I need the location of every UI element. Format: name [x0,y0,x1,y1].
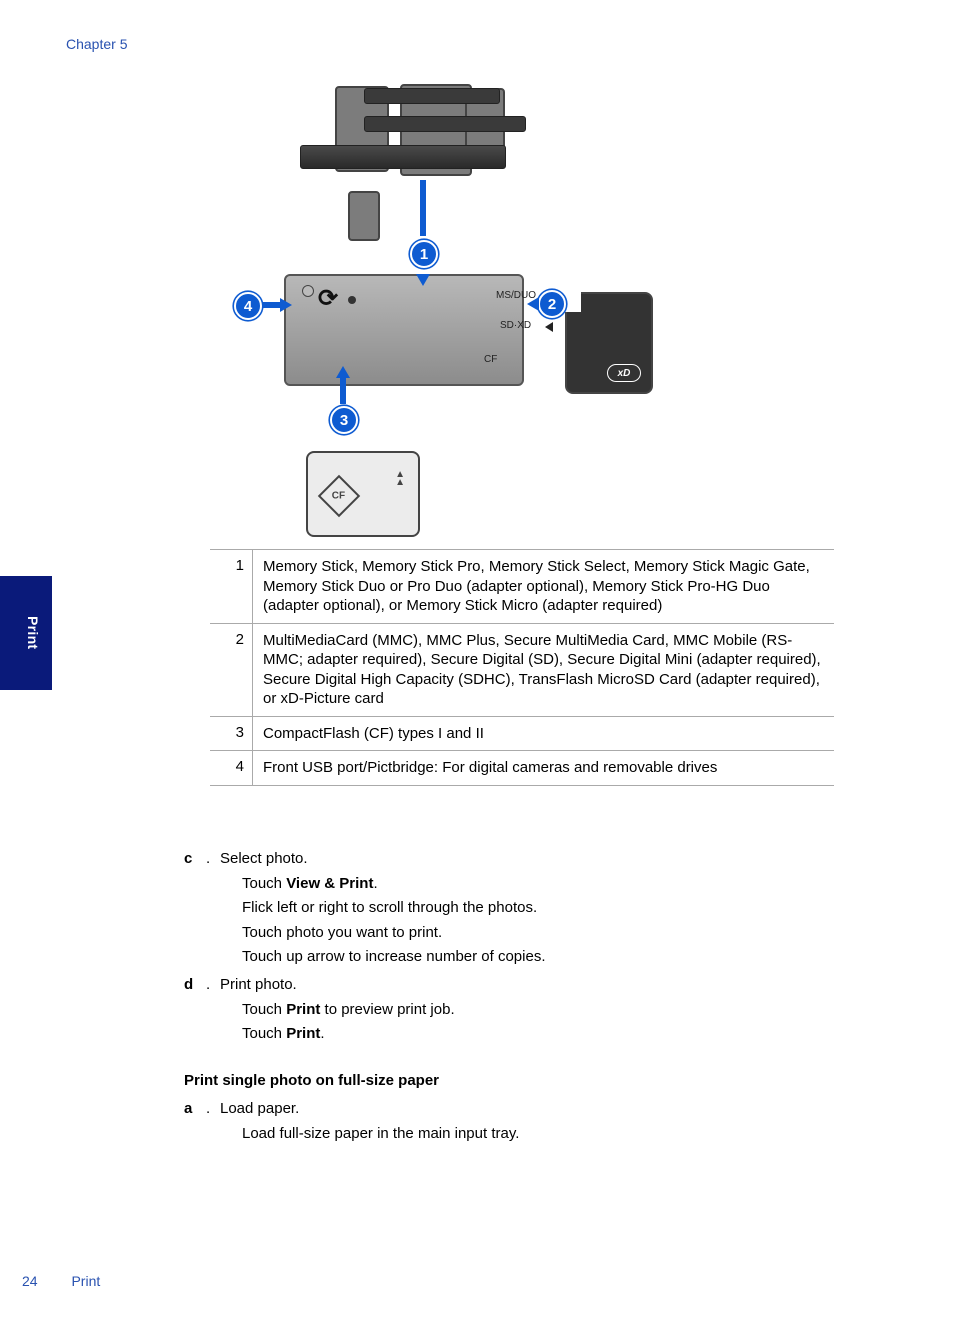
slot-label-sdxd: SD·XD [500,320,531,331]
legend-text: Memory Stick, Memory Stick Pro, Memory S… [253,550,834,623]
slot-cf-icon [300,145,506,169]
legend-text: MultiMediaCard (MMC), MMC Plus, Secure M… [253,624,834,716]
memory-card-diagram: ⟳ MS/DUO SD·XD CF xD CF ▲▲ 1 2 3 4 [220,76,690,534]
legend-number: 4 [210,751,253,785]
callout-4: 4 [234,292,262,320]
step-a-line1: Load full-size paper in the main input t… [242,1122,834,1147]
step-d-line1: Touch Print to preview print job. [242,998,834,1023]
slot-msduo-icon [364,88,500,104]
arrow-down-icon [416,274,430,286]
step-c-line1: Touch View & Print. [242,872,834,897]
sd-notch-icon [565,292,581,312]
page-footer: 24 Print [22,1273,100,1289]
legend-text: Front USB port/Pictbridge: For digital c… [253,751,834,785]
callout-3-arrow-icon [340,376,346,404]
step-title: Select photo. [220,847,308,872]
legend-number: 1 [210,550,253,623]
xd-mark: xD [607,364,641,382]
instruction-block: c . Select photo. Touch View & Print. Fl… [184,844,834,1147]
cf-arrows-icon: ▲▲ [395,471,404,487]
m2-card-icon [348,191,380,241]
legend-text: CompactFlash (CF) types I and II [253,717,834,751]
step-c-line2: Flick left or right to scroll through th… [242,896,834,921]
status-light-icon [302,285,314,297]
slot-label-cf: CF [484,354,497,365]
page-number: 24 [22,1273,38,1289]
callout-1-arrow-icon [420,180,426,236]
step-d-line2: Touch Print. [242,1022,834,1047]
step-dot: . [206,847,220,872]
step-c-line3: Touch photo you want to print. [242,921,834,946]
cf-mark: CF [318,475,360,517]
step-d: d . Print photo. [184,973,834,998]
page: Chapter 5 Print ⟳ MS/DUO SD·XD CF xD CF … [0,0,954,1321]
side-tab: Print [0,576,52,690]
usb-port-icon [348,296,356,304]
step-dot: . [206,973,220,998]
step-a: a . Load paper. [184,1097,834,1122]
callout-4-arrow-icon [262,302,282,308]
step-c: c . Select photo. [184,847,834,872]
slot-sdxd-icon [364,116,526,132]
table-row: 1 Memory Stick, Memory Stick Pro, Memory… [210,549,834,623]
chapter-label: Chapter 5 [66,36,127,52]
callout-1: 1 [410,240,438,268]
step-title: Print photo. [220,973,297,998]
arrow-up-icon [336,366,350,378]
legend-number: 3 [210,717,253,751]
arrow-left-icon [527,297,539,311]
table-row: 4 Front USB port/Pictbridge: For digital… [210,750,834,786]
arrow-right-icon [280,298,292,312]
callout-legend-table: 1 Memory Stick, Memory Stick Pro, Memory… [210,549,834,786]
arrow-left-icon [545,322,553,332]
callout-3: 3 [330,406,358,434]
step-letter: c [184,847,206,872]
side-tab-label: Print [25,616,41,649]
table-row: 2 MultiMediaCard (MMC), MMC Plus, Secure… [210,623,834,716]
step-c-line4: Touch up arrow to increase number of cop… [242,945,834,970]
pictbridge-icon: ⟳ [318,284,338,313]
step-title: Load paper. [220,1097,299,1122]
cf-card-icon: CF ▲▲ [306,451,420,537]
callout-2: 2 [538,290,566,318]
step-letter: a [184,1097,206,1122]
section-heading: Print single photo on full-size paper [184,1069,834,1094]
footer-section: Print [71,1273,100,1289]
step-letter: d [184,973,206,998]
table-row: 3 CompactFlash (CF) types I and II [210,716,834,751]
step-dot: . [206,1097,220,1122]
legend-number: 2 [210,624,253,716]
